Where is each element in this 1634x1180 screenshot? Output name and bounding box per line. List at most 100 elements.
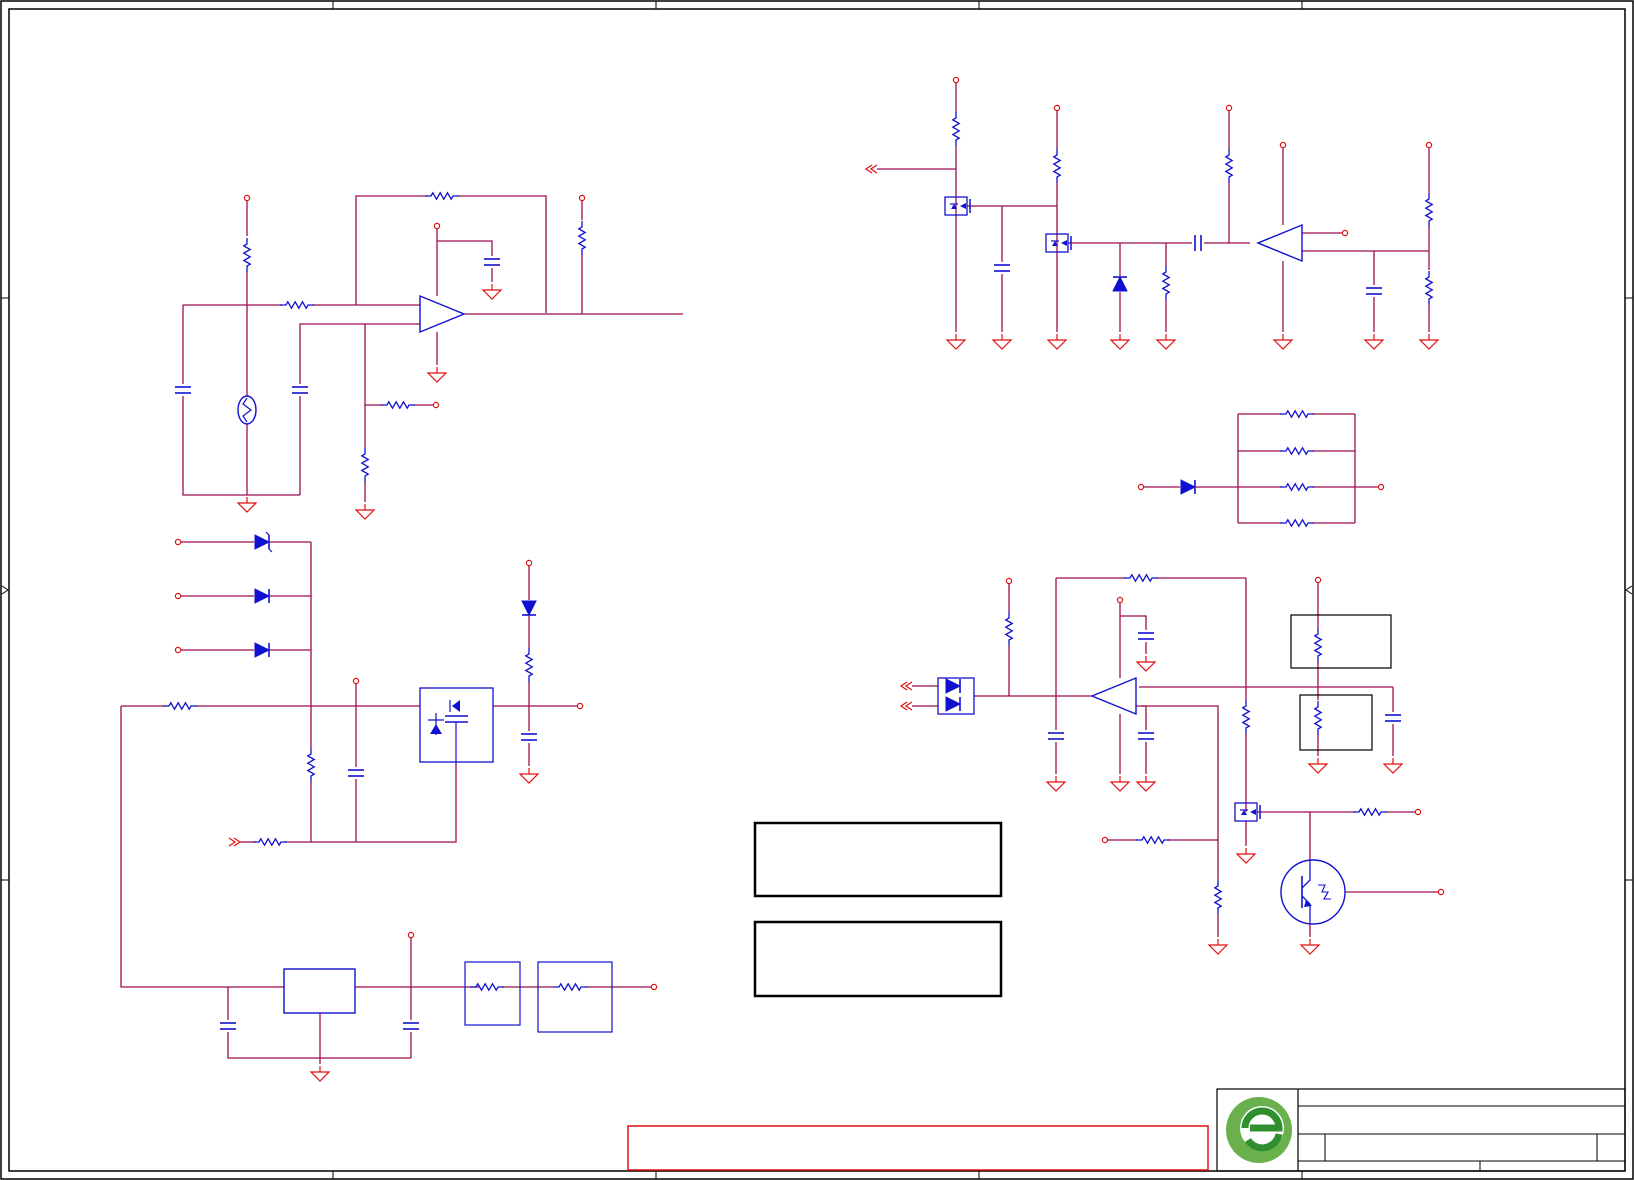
ground-icon [1299, 939, 1321, 955]
terminal-icon [1425, 141, 1433, 149]
wire [355, 195, 428, 305]
offpage-connector-icon [899, 681, 913, 691]
ground-icon [1109, 334, 1131, 350]
resistor-icon [280, 300, 314, 310]
outer-border [0, 0, 1634, 1180]
revision-notice-box [627, 1125, 1209, 1171]
note-box-upper [753, 821, 1003, 898]
resistor-icon [1161, 266, 1171, 300]
capacitor-icon [521, 733, 537, 741]
mosfet-icon [1234, 802, 1261, 822]
resistor-icon [1004, 612, 1014, 646]
wire [437, 240, 493, 256]
mosfet-icon [1045, 233, 1072, 253]
resistor-icon [1280, 518, 1314, 528]
center-mark [1625, 585, 1633, 595]
resistor-icon [1313, 628, 1323, 662]
capacitor-icon [484, 258, 500, 266]
terminal-icon [1414, 808, 1422, 816]
resistor-icon [1280, 446, 1314, 456]
annotation-boxes [627, 821, 1209, 1171]
terminal-icon [1005, 577, 1013, 585]
terminal-icon [243, 194, 251, 202]
diode-icon [254, 642, 271, 658]
ground-icon [1155, 334, 1177, 350]
ground-icon [309, 1066, 331, 1082]
resistor-icon [1424, 193, 1434, 227]
capacitor-icon [175, 386, 191, 394]
terminal-icon [352, 677, 360, 685]
offpage-connector-icon [899, 701, 913, 711]
resistor-icon [1353, 807, 1387, 817]
resistor-icon [1424, 271, 1434, 305]
sheet-frame [0, 0, 1634, 1180]
capacitor-icon [1194, 235, 1202, 251]
ground-icon [481, 284, 503, 300]
diode-icon [1112, 275, 1128, 292]
resistor-icon [470, 982, 504, 992]
capacitor-icon [1048, 732, 1064, 740]
resistor-icon [553, 982, 587, 992]
ground-icon [1363, 334, 1385, 350]
jumper-box-icon [1290, 614, 1392, 751]
opamp-icon [1090, 676, 1137, 716]
diode-icon [945, 696, 962, 712]
terminal-icon [1225, 104, 1233, 112]
terminal-icon [525, 559, 533, 567]
diode-icon [521, 600, 537, 617]
terminal-icon [952, 76, 960, 84]
comparator-icon [1256, 223, 1303, 263]
terminal-icon [576, 702, 584, 710]
capacitor-icon [220, 1022, 236, 1030]
terminal-icon [578, 194, 586, 202]
ground-icon [354, 504, 376, 520]
terminal-icon [1116, 596, 1124, 604]
offpage-connector-icon [228, 837, 242, 847]
offpage-connector-icon [864, 164, 878, 174]
note-box-lower [753, 920, 1003, 998]
ground-icon [1046, 334, 1068, 350]
capacitor-icon [1138, 732, 1154, 740]
resistor-icon [1241, 700, 1251, 734]
resistor-icon [163, 701, 197, 711]
dual-diode-icon [937, 677, 975, 715]
wire [1141, 705, 1147, 730]
transistor-icon [1280, 859, 1346, 925]
terminal-icon [1341, 229, 1349, 237]
ground-icon [1235, 848, 1257, 864]
fuse-box-icon [464, 961, 613, 1033]
wire [299, 323, 420, 384]
resistor-icon [1213, 880, 1223, 914]
capacitor-icon [1385, 714, 1401, 722]
resistor-icon [360, 448, 370, 482]
terminal-icon [174, 538, 182, 546]
ground-icon [518, 768, 540, 784]
ground-icon [1207, 939, 1229, 955]
resistor-icon [1052, 149, 1062, 183]
schematic-sheet [0, 0, 1634, 1180]
ground-icon [1418, 334, 1440, 350]
ground-icon [1272, 334, 1294, 350]
ground-icon [1045, 776, 1067, 792]
diode-icon [945, 678, 962, 694]
terminal-icon [174, 592, 182, 600]
resistor-icon [1124, 573, 1158, 583]
schematic-canvas [0, 0, 1634, 1180]
terminal-icon [1377, 483, 1385, 491]
capacitor-icon [403, 1022, 419, 1030]
resistor-icon [1280, 409, 1314, 419]
terminal-icon [407, 931, 415, 939]
terminal-icon [1314, 576, 1322, 584]
capacitor-icon [1138, 632, 1154, 640]
resistor-icon [242, 238, 252, 272]
resistor-icon [1313, 701, 1323, 735]
opamp-icon [419, 294, 466, 334]
resistor-icon [524, 648, 534, 682]
terminal-icon [650, 983, 658, 991]
zener-diode-icon [254, 531, 273, 553]
resistor-icon [577, 221, 587, 255]
wire [457, 195, 547, 313]
wires [120, 83, 1438, 1064]
regulator-icon [283, 968, 356, 1014]
ground-icon [236, 497, 258, 513]
